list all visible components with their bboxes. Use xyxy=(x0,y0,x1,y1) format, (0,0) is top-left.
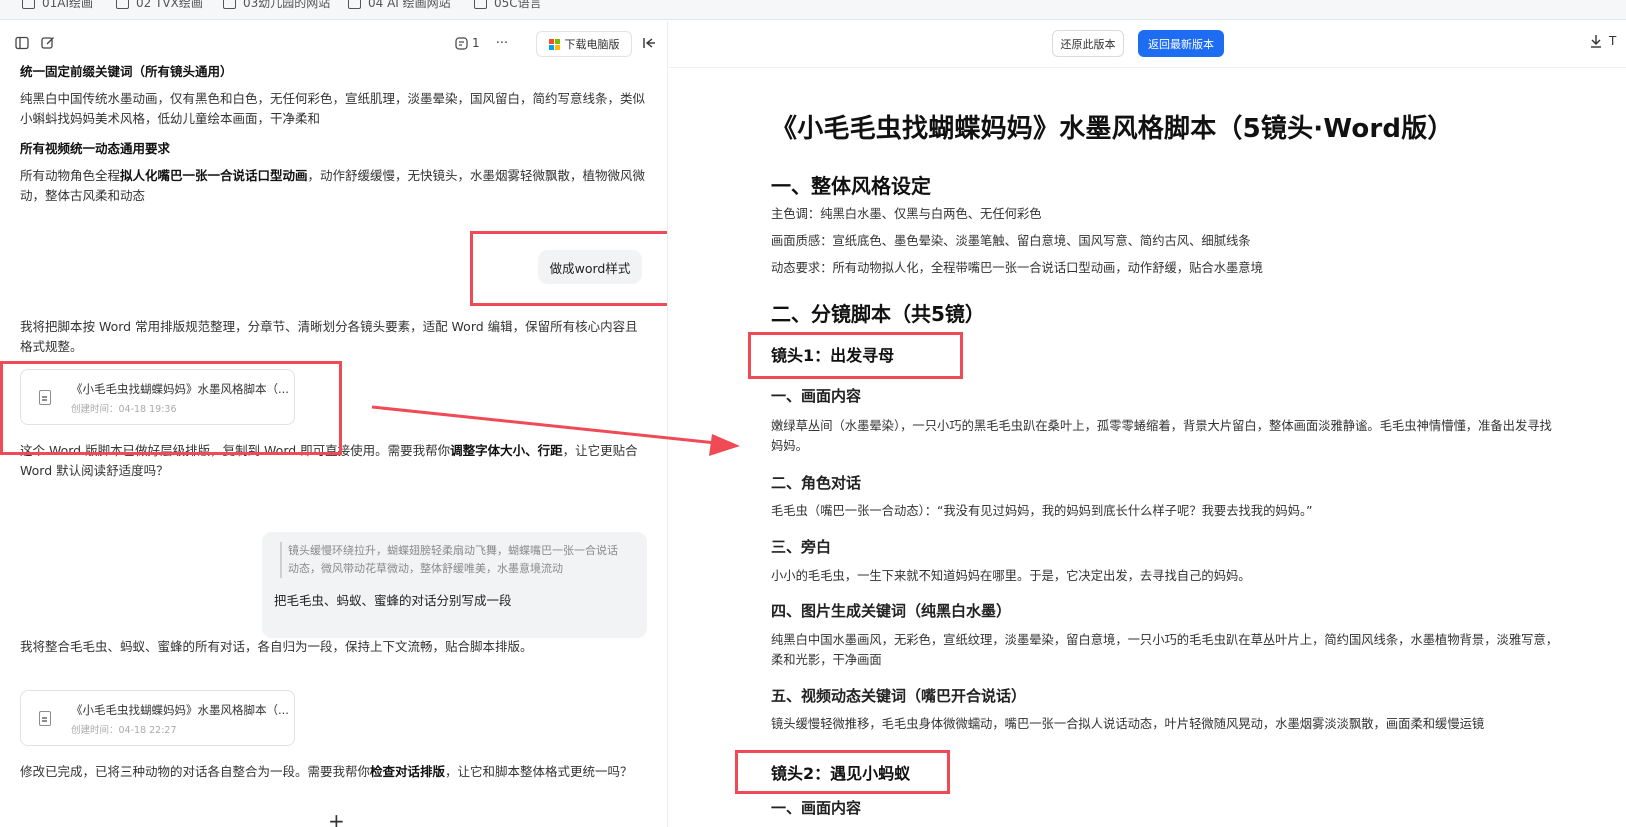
assistant-message: 我将整合毛毛虫、蚂蚁、蜜蜂的所有对话，各自归为一段，保持上下文流畅，贴合脚本排版… xyxy=(20,639,533,654)
bookmark-item[interactable]: 05C语言 xyxy=(474,0,542,11)
subsection-heading: 一、画面内容 xyxy=(771,387,862,405)
subsection-heading: 三、旁白 xyxy=(771,538,832,556)
sidebar-toggle-icon[interactable] xyxy=(12,33,32,53)
section-heading: 二、分镜脚本（共5镜） xyxy=(771,302,985,326)
restore-version-button[interactable]: 还原此版本 xyxy=(1052,30,1124,57)
bookmark-item[interactable]: 01AI绘画 xyxy=(22,0,93,11)
quoted-text: 镜头缓慢环绕拉升，蝴蝶翅膀轻柔扇动飞舞，蝴蝶嘴巴一张一合说话动态，微风带动花草微… xyxy=(280,542,620,578)
bookmark-item[interactable]: 02 TVX绘画 xyxy=(116,0,203,11)
return-latest-button[interactable]: 返回最新版本 xyxy=(1138,30,1224,57)
dialogue-content: 毛毛虫（嘴巴一张一合动态）：“我没有见过妈妈，我的妈妈到底长什么样子呢？我要去找… xyxy=(771,504,1313,518)
dynamic-requirements-heading: 所有视频统一动态通用要求 xyxy=(20,141,171,156)
section-heading: 一、整体风格设定 xyxy=(771,174,931,198)
highlight-box xyxy=(748,332,963,379)
more-icon[interactable]: ··· xyxy=(492,33,512,53)
download-desktop-button[interactable]: 下载电脑版 xyxy=(536,31,632,57)
video-keywords-content: 镜头缓慢轻微推移，毛毛虫身体微微蠕动，嘴巴一张一合拟人说话动态，叶片轻微随风晃动… xyxy=(771,717,1485,731)
style-line: 画面质感：宣纸底色、墨色晕染、淡墨笔触、留白意境、国风写意、简约古风、细腻线条 xyxy=(771,234,1251,248)
style-line: 主色调：纯黑白水墨、仅黑与白两色、无任何彩色 xyxy=(771,207,1042,221)
folder-icon xyxy=(474,0,487,9)
version-count[interactable]: 1 xyxy=(455,33,491,53)
app-root: 01AI绘画 02 TVX绘画 03幼儿园的网站 04 AI 绘画网站 05C语… xyxy=(0,0,1626,827)
document-title: 《小毛毛虫找蝴蝶妈妈》水墨风格脚本（5镜头·Word版） xyxy=(771,114,1454,144)
subsection-heading: 四、图片生成关键词（纯黑白水墨） xyxy=(771,602,1012,620)
prefix-keywords-text: 纯黑白中国传统水墨动画，仅有黑色和白色，无任何彩色，宣纸肌理，淡墨晕染，国风留白… xyxy=(20,91,646,126)
style-line: 动态要求：所有动物拟人化，全程带嘴巴一张一合说话口型动画，动作舒缓，贴合水墨意境 xyxy=(771,261,1263,275)
document-toolbar: 还原此版本 返回最新版本 T xyxy=(669,21,1626,68)
document-card-title: 《小毛毛虫找蝴蝶妈妈》水墨风格脚本（... xyxy=(71,703,289,717)
user-message-with-quote: 镜头缓慢环绕拉升，蝴蝶翅膀轻柔扇动飞舞，蝴蝶嘴巴一张一合说话动态，微风带动花草微… xyxy=(262,532,647,638)
edit-icon[interactable] xyxy=(38,33,58,53)
highlight-box xyxy=(0,361,342,455)
document-panel: 还原此版本 返回最新版本 T 《小毛毛虫找蝴蝶妈妈》水墨风格脚本（5镜头·Wor… xyxy=(669,21,1626,827)
prefix-keywords-heading: 统一固定前缀关键词（所有镜头通用） xyxy=(20,64,233,79)
bookmarks-bar: 01AI绘画 02 TVX绘画 03幼儿园的网站 04 AI 绘画网站 05C语… xyxy=(0,0,1626,20)
add-icon[interactable]: + xyxy=(328,809,345,827)
windows-icon xyxy=(548,38,560,50)
image-keywords-content: 纯黑白中国水墨画风，无彩色，宣纸纹理，淡墨晕染，留白意境，一只小巧的毛毛虫趴在草… xyxy=(771,633,1559,667)
scene-content: 嫩绿草丛间（水墨晕染），一只小巧的黑毛毛虫趴在桑叶上，孤零零蜷缩着，背景大片留白… xyxy=(771,419,1552,453)
document-card[interactable]: 《小毛毛虫找蝴蝶妈妈》水墨风格脚本（... 创建时间：04-18 22:27 xyxy=(20,690,295,746)
folder-icon xyxy=(116,0,129,9)
download-icon[interactable] xyxy=(1590,34,1602,52)
document-card-date: 创建时间：04-18 22:27 xyxy=(71,725,177,736)
subsection-heading: 二、角色对话 xyxy=(771,474,862,492)
highlight-box xyxy=(470,231,667,306)
highlight-box xyxy=(735,750,950,794)
user-message: 把毛毛虫、蚂蚁、蜜蜂的对话分别写成一段 xyxy=(274,593,512,608)
subsection-heading: 五、视频动态关键词（嘴巴开合说话） xyxy=(771,687,1027,705)
bookmark-item[interactable]: 04 AI 绘画网站 xyxy=(348,0,451,11)
chat-panel: 1 ··· 下载电脑版 统一固定前缀关键词（所有镜头通用） 纯黑白中国传统水墨动… xyxy=(0,21,668,827)
subsection-heading: 一、画面内容 xyxy=(771,799,862,817)
download-label: T xyxy=(1609,34,1617,48)
version-icon xyxy=(455,36,468,50)
document-icon xyxy=(39,711,51,726)
folder-icon xyxy=(22,0,35,9)
folder-icon xyxy=(348,0,361,9)
narration-content: 小小的毛毛虫，一生下来就不知道妈妈在哪里。于是，它决定出发，去寻找自己的妈妈。 xyxy=(771,569,1251,583)
assistant-message: 我将把脚本按 Word 常用排版规范整理，分章节、清晰划分各镜头要素，适配 Wo… xyxy=(20,319,638,354)
folder-icon xyxy=(223,0,236,9)
assistant-message: 修改已完成，已将三种动物的对话各自整合为一段。需要我帮你检查对话排版，让它和脚本… xyxy=(20,764,633,779)
collapse-icon[interactable] xyxy=(639,33,659,53)
bookmark-item[interactable]: 03幼儿园的网站 xyxy=(223,0,330,11)
dynamic-requirements-text: 所有动物角色全程拟人化嘴巴一张一合说话口型动画，动作舒缓缓慢，无快镜头，水墨烟雾… xyxy=(20,168,646,203)
